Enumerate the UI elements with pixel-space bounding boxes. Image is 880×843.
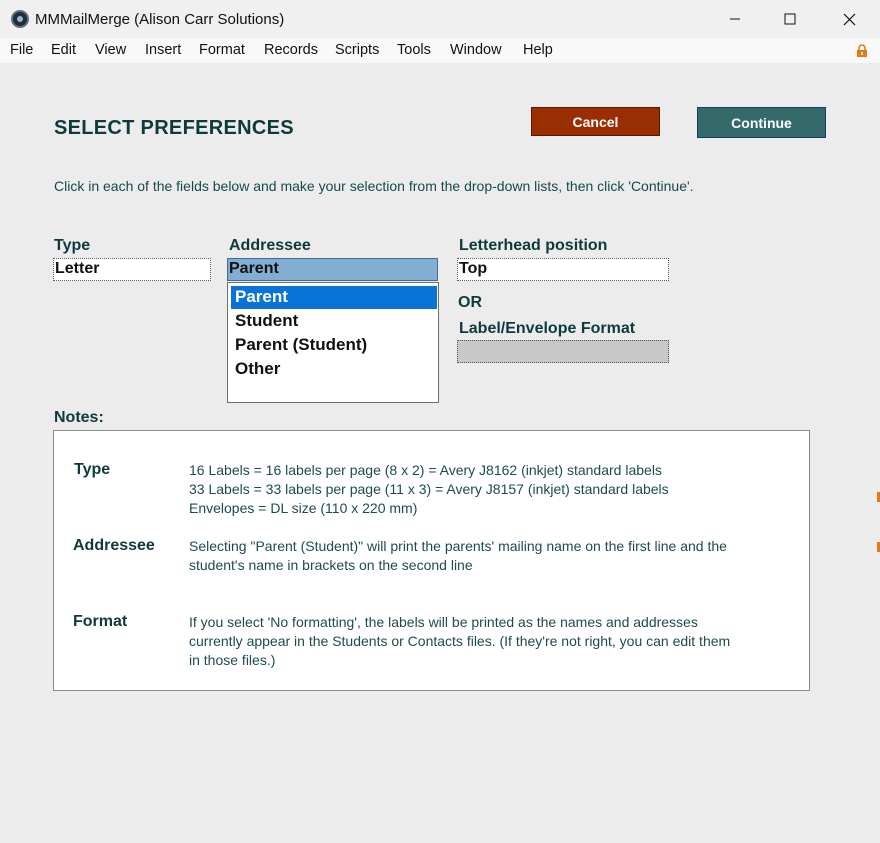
menu-records[interactable]: Records <box>264 42 318 58</box>
maximize-icon <box>784 13 796 25</box>
letterhead-position-label: Letterhead position <box>459 237 608 254</box>
menu-file[interactable]: File <box>10 42 33 58</box>
notes-type-line: Envelopes = DL size (110 x 220 mm) <box>189 500 418 516</box>
notes-format-line: in those files.) <box>189 652 276 668</box>
addressee-label: Addressee <box>229 237 311 254</box>
notes-label: Notes: <box>54 409 104 426</box>
notes-type-heading: Type <box>74 461 111 478</box>
letterhead-position-field[interactable]: Top <box>457 258 669 281</box>
label-envelope-format-field[interactable] <box>457 340 669 363</box>
notes-addressee-line: Selecting "Parent (Student)" will print … <box>189 538 727 554</box>
menu-format[interactable]: Format <box>199 42 245 58</box>
menu-tools[interactable]: Tools <box>397 42 431 58</box>
menu-view[interactable]: View <box>95 42 126 58</box>
dropdown-option-parent-student[interactable]: Parent (Student) <box>231 334 437 357</box>
menu-edit[interactable]: Edit <box>51 42 76 58</box>
window-title: MMMailMerge (Alison Carr Solutions) <box>35 11 285 28</box>
or-label: OR <box>458 294 482 311</box>
addressee-dropdown-list[interactable]: Parent Student Parent (Student) Other <box>227 282 439 403</box>
continue-button[interactable]: Continue <box>697 107 826 138</box>
cancel-button[interactable]: Cancel <box>531 107 660 136</box>
notes-addressee-text: Selecting "Parent (Student)" will print … <box>189 537 789 575</box>
notes-type-line: 16 Labels = 16 labels per page (8 x 2) =… <box>189 462 662 478</box>
type-field[interactable]: Letter <box>53 258 211 281</box>
maximize-button[interactable] <box>761 0 819 38</box>
lock-icon[interactable] <box>856 44 868 58</box>
menu-bar: File Edit View Insert Format Records Scr… <box>0 38 880 63</box>
title-bar: MMMailMerge (Alison Carr Solutions) <box>0 0 880 38</box>
notes-type-text: 16 Labels = 16 labels per page (8 x 2) =… <box>189 461 789 518</box>
menu-help[interactable]: Help <box>523 42 553 58</box>
menu-scripts[interactable]: Scripts <box>335 42 379 58</box>
close-icon <box>843 13 855 25</box>
notes-type-line: 33 Labels = 33 labels per page (11 x 3) … <box>189 481 669 497</box>
notes-format-heading: Format <box>73 613 128 630</box>
notes-format-text: If you select 'No formatting', the label… <box>189 613 789 670</box>
close-button[interactable] <box>820 0 878 38</box>
dropdown-option-parent[interactable]: Parent <box>231 286 437 309</box>
menu-window[interactable]: Window <box>450 42 502 58</box>
type-label: Type <box>54 237 91 254</box>
dropdown-option-other[interactable]: Other <box>231 358 437 381</box>
notes-panel: Type 16 Labels = 16 labels per page (8 x… <box>53 430 810 691</box>
app-icon <box>11 10 29 28</box>
notes-format-line: currently appear in the Students or Cont… <box>189 633 731 649</box>
notes-format-line: If you select 'No formatting', the label… <box>189 614 698 630</box>
notes-addressee-line: student's name in brackets on the second… <box>189 557 473 573</box>
menu-insert[interactable]: Insert <box>145 42 181 58</box>
instructions-text: Click in each of the fields below and ma… <box>54 178 694 194</box>
page-title: SELECT PREFERENCES <box>54 117 294 139</box>
minimize-button[interactable] <box>706 0 764 38</box>
addressee-field[interactable]: Parent <box>227 258 438 281</box>
minimize-icon <box>730 18 740 20</box>
notes-addressee-heading: Addressee <box>73 537 155 554</box>
label-envelope-format-label: Label/Envelope Format <box>459 320 636 337</box>
dropdown-option-student[interactable]: Student <box>231 310 437 333</box>
